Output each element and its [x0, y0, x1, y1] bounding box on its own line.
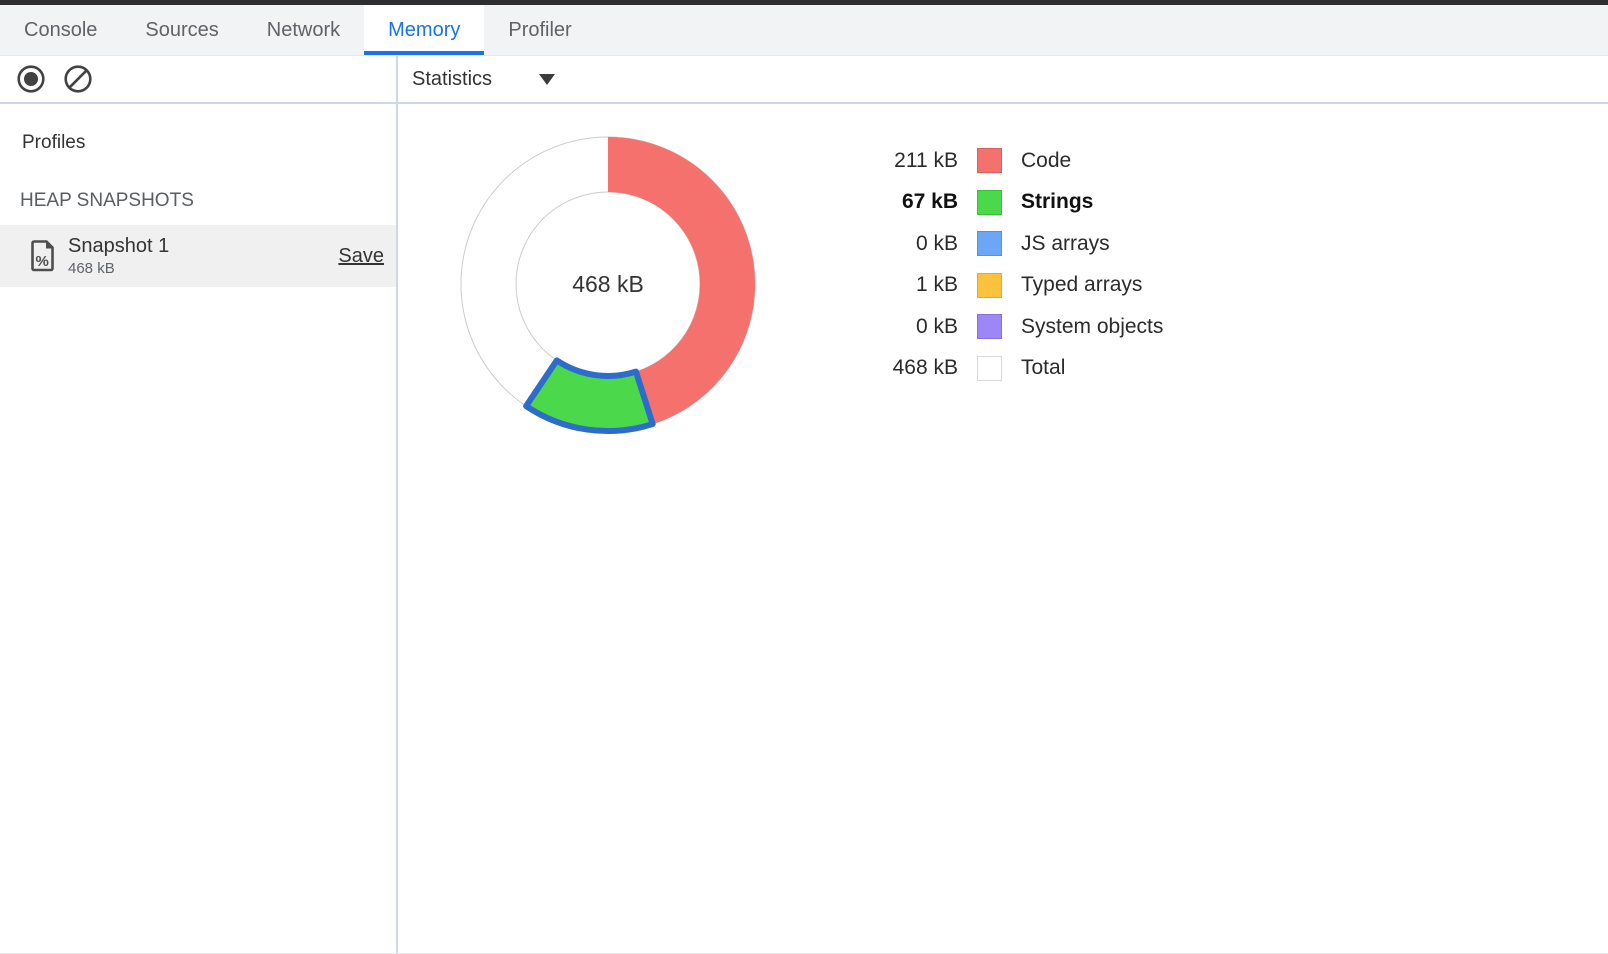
toolbar-right-section: Statistics — [398, 56, 1608, 102]
panel-content: Profiles HEAP SNAPSHOTS % Snapshot 1 468… — [0, 104, 1608, 954]
legend-label: Strings — [1021, 190, 1093, 214]
record-heap-snapshot-button[interactable] — [16, 64, 46, 94]
snapshot-list-item[interactable]: % Snapshot 1 468 kB Save — [0, 225, 396, 287]
snapshot-size: 468 kB — [68, 260, 338, 277]
legend-row-code[interactable]: 211 kB Code — [858, 140, 1163, 182]
tab-console-label: Console — [24, 19, 97, 42]
profiles-sidebar: Profiles HEAP SNAPSHOTS % Snapshot 1 468… — [0, 104, 398, 954]
legend-value: 67 kB — [858, 190, 958, 214]
legend-value: 468 kB — [858, 356, 958, 380]
legend-value: 211 kB — [858, 149, 958, 173]
legend-swatch-strings — [977, 190, 1002, 215]
tab-network[interactable]: Network — [243, 5, 364, 55]
legend-row-system-objects[interactable]: 0 kB System objects — [858, 306, 1163, 348]
legend-label: Typed arrays — [1021, 273, 1142, 297]
donut-slice-strings[interactable] — [526, 360, 653, 431]
legend-label: Total — [1021, 356, 1065, 380]
legend-value: 0 kB — [858, 232, 958, 256]
donut-center-label: 468 kB — [572, 271, 644, 297]
clear-profiles-button[interactable] — [63, 64, 93, 94]
tab-memory-label: Memory — [388, 19, 460, 42]
statistics-view: 468 kB 211 kB Code 67 kB Strings 0 kB — [398, 104, 1608, 954]
legend-value: 0 kB — [858, 315, 958, 339]
tab-sources[interactable]: Sources — [121, 5, 242, 55]
toolbar-left-section — [0, 56, 398, 102]
snapshot-name: Snapshot 1 — [68, 235, 338, 258]
legend-value: 1 kB — [858, 273, 958, 297]
tab-network-label: Network — [267, 19, 340, 42]
tab-console[interactable]: Console — [0, 5, 121, 55]
legend-row-strings[interactable]: 67 kB Strings — [858, 182, 1163, 224]
perspective-dropdown-value: Statistics — [412, 68, 492, 91]
save-snapshot-link[interactable]: Save — [338, 245, 384, 268]
legend-label: Code — [1021, 149, 1071, 173]
legend-row-typed-arrays[interactable]: 1 kB Typed arrays — [858, 265, 1163, 307]
panel-tab-bar: Console Sources Network Memory Profiler — [0, 5, 1608, 55]
tab-profiler-label: Profiler — [508, 19, 571, 42]
legend-swatch-typed-arrays — [977, 273, 1002, 298]
snapshot-texts: Snapshot 1 468 kB — [68, 235, 338, 277]
svg-text:%: % — [36, 253, 49, 270]
legend-swatch-system-objects — [977, 314, 1002, 339]
legend-row-js-arrays[interactable]: 0 kB JS arrays — [858, 223, 1163, 265]
tab-memory[interactable]: Memory — [364, 5, 484, 55]
memory-toolbar: Statistics — [0, 55, 1608, 104]
legend-swatch-total — [977, 356, 1002, 381]
legend-swatch-js-arrays — [977, 231, 1002, 256]
tab-profiler[interactable]: Profiler — [484, 5, 595, 55]
legend-label: System objects — [1021, 315, 1163, 339]
clear-icon — [63, 64, 93, 94]
devtools-memory-panel: Console Sources Network Memory Profiler — [0, 0, 1608, 954]
heap-snapshots-section-title: HEAP SNAPSHOTS — [20, 190, 396, 212]
sidebar-heading: Profiles — [22, 132, 396, 154]
heap-snapshot-icon: % — [30, 238, 56, 274]
legend-label: JS arrays — [1021, 232, 1110, 256]
tab-sources-label: Sources — [145, 19, 218, 42]
legend-swatch-code — [977, 148, 1002, 173]
perspective-dropdown[interactable]: Statistics — [412, 68, 555, 91]
record-icon — [16, 64, 46, 94]
chevron-down-icon — [539, 74, 555, 85]
legend-row-total[interactable]: 468 kB Total — [858, 348, 1163, 390]
chart-legend: 211 kB Code 67 kB Strings 0 kB JS arrays… — [858, 140, 1163, 389]
memory-donut-chart: 468 kB — [448, 124, 768, 444]
